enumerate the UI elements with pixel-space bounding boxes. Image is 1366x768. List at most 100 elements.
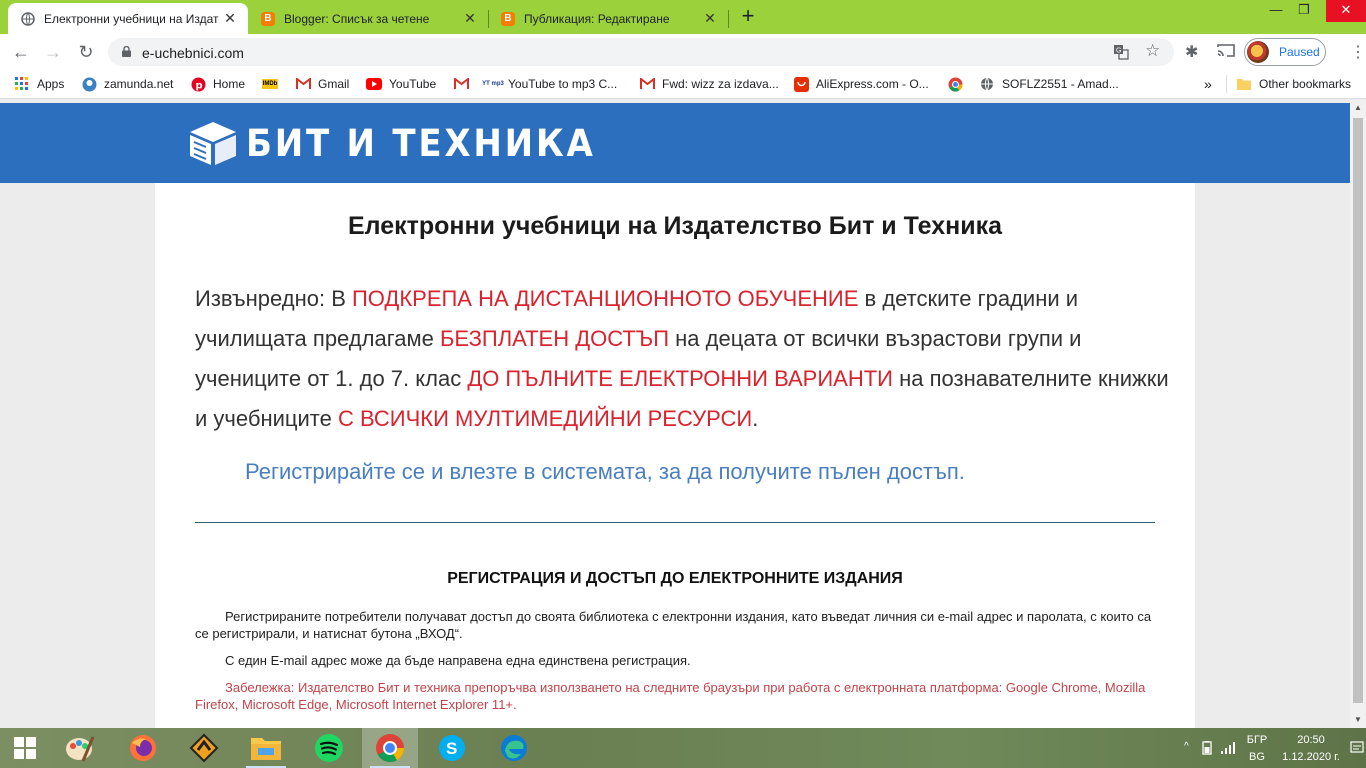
yt-mp3-icon: YT mp3	[482, 81, 504, 87]
taskbar-spotify[interactable]	[301, 728, 357, 768]
tray-overflow-icon[interactable]: ^	[1184, 741, 1189, 752]
windows-start-icon	[14, 737, 36, 759]
more-menu-icon[interactable]: ⋮	[1350, 42, 1366, 62]
intro-text: Извънредно: В	[195, 286, 352, 311]
start-button[interactable]	[0, 728, 50, 768]
url-text: e-uchebnici.com	[142, 45, 244, 61]
taskbar-winamp[interactable]	[176, 728, 232, 768]
language-indicator[interactable]: БГР	[1242, 734, 1272, 746]
intro-highlight: ПОДКРЕПА НА ДИСТАНЦИОННОТО ОБУЧЕНИЕ	[351, 286, 859, 311]
bookmark-youtube[interactable]: YouTube	[366, 76, 436, 92]
bookmark-youtube-to-mp3[interactable]: YT mp3 YouTube to mp3 C...	[482, 76, 617, 92]
tab-separator	[728, 10, 729, 28]
translate-icon[interactable]: G	[1113, 44, 1129, 60]
aliexpress-icon	[793, 76, 809, 92]
cube-logo-icon	[190, 122, 236, 165]
access-info-paragraph: Регистрираните потребители получават дос…	[195, 609, 1152, 641]
tab-e-uchebnici[interactable]: Електронни учебници на Издат ✕	[8, 3, 248, 34]
svg-text:S: S	[446, 739, 457, 758]
bookmark-imdb[interactable]: IMDb	[261, 76, 285, 92]
tab-blogger-edit-post[interactable]: B Публикация: Редактиране ✕	[488, 3, 728, 34]
battery-icon[interactable]	[1200, 741, 1214, 755]
svg-text:G: G	[1116, 48, 1121, 55]
section-divider	[195, 522, 1155, 523]
bookmark-gmail-2[interactable]	[453, 76, 476, 92]
file-explorer-icon	[251, 738, 281, 760]
forward-button[interactable]: →	[40, 40, 66, 64]
gmail-icon	[639, 76, 655, 92]
clock-time[interactable]: 20:50	[1276, 734, 1346, 746]
profile-paused-button[interactable]: Paused	[1244, 38, 1326, 66]
restore-button[interactable]: ❐	[1290, 0, 1318, 22]
bookmark-star-icon[interactable]: ☆	[1145, 41, 1160, 61]
back-button[interactable]: ←	[8, 40, 34, 64]
taskbar-file-explorer[interactable]	[238, 728, 294, 768]
single-registration-paragraph: С един E-mail адрес може да бъде направе…	[225, 653, 691, 668]
edge-icon	[501, 735, 527, 761]
bookmark-chrome[interactable]	[947, 76, 970, 92]
logo-text: БИТ И ТЕХНИКА	[246, 121, 596, 165]
bookmark-gmail[interactable]: Gmail	[295, 76, 349, 92]
tab-title: Публикация: Редактиране	[524, 11, 670, 26]
intro-highlight: С ВСИЧКИ МУЛТИМЕДИЙНИ РЕСУРСИ	[337, 406, 753, 431]
scroll-down-arrow[interactable]: ▼	[1350, 712, 1366, 728]
taskbar-chrome[interactable]	[362, 728, 418, 768]
site-header: БИТ И ТЕХНИКА	[0, 103, 1350, 183]
globe-icon	[979, 76, 995, 92]
other-bookmarks[interactable]: Other bookmarks	[1236, 76, 1351, 92]
profile-status-label: Paused	[1279, 45, 1320, 59]
page-title: Електронни учебници на Издателство Бит и…	[348, 212, 1002, 240]
tab-title: Електронни учебници на Издат	[44, 11, 219, 26]
address-bar[interactable]: e-uchebnici.com G ☆	[108, 38, 1174, 66]
bookmark-aliexpress[interactable]: AliExpress.com - O...	[793, 76, 929, 92]
bookmark-zamunda[interactable]: zamunda.net	[81, 76, 173, 92]
keyboard-layout[interactable]: BG	[1242, 751, 1272, 763]
windows-taskbar: S ^ БГР BG 20:50 1.12.2020 г.	[0, 728, 1366, 768]
close-tab-icon[interactable]: ✕	[462, 10, 478, 27]
bookmarks-bar: Apps zamunda.net p Home IMDb Gmail YouTu…	[0, 70, 1366, 99]
apps-grid-icon	[14, 76, 30, 92]
cast-icon[interactable]	[1217, 43, 1235, 57]
chrome-icon	[947, 76, 963, 92]
lock-icon	[122, 46, 131, 57]
bookmarks-overflow-button[interactable]: »	[1204, 76, 1212, 92]
signal-icon[interactable]	[1220, 740, 1236, 755]
bookmark-soflz2551[interactable]: SOFLZ2551 - Amad...	[979, 76, 1119, 92]
browser-toolbar: ← → ↻ e-uchebnici.com G ☆ ✱ Paused ⋮	[0, 34, 1366, 70]
youtube-icon	[366, 76, 382, 92]
taskbar-firefox[interactable]	[115, 728, 171, 768]
globe-icon	[20, 11, 36, 27]
reload-button[interactable]: ↻	[73, 40, 99, 64]
new-tab-button[interactable]: +	[737, 5, 759, 28]
bookmark-apps[interactable]: Apps	[14, 76, 64, 92]
site-logo[interactable]: БИТ И ТЕХНИКА	[188, 120, 626, 166]
register-prompt: Регистрирайте се и влезте в системата, з…	[245, 459, 965, 484]
notifications-icon[interactable]	[1350, 740, 1364, 754]
minimize-button[interactable]: —	[1262, 0, 1290, 22]
bookmark-fwd-wizz[interactable]: Fwd: wizz za izdava...	[639, 76, 779, 92]
skype-icon: S	[439, 735, 465, 761]
folder-icon	[1236, 76, 1252, 92]
page-scrollbar[interactable]: ▲ ▼	[1350, 100, 1366, 728]
section-title: РЕГИСТРАЦИЯ И ДОСТЪП ДО ЕЛЕКТРОННИТЕ ИЗД…	[447, 570, 903, 587]
close-tab-icon[interactable]: ✕	[702, 10, 718, 27]
tab-blogger-reading-list[interactable]: B Blogger: Списък за четене ✕	[248, 3, 488, 34]
scroll-thumb[interactable]	[1353, 118, 1363, 703]
window-close-button[interactable]: ✕	[1326, 0, 1366, 22]
close-tab-icon[interactable]: ✕	[222, 10, 238, 27]
taskbar-paint[interactable]	[52, 728, 108, 768]
gmail-icon	[453, 76, 469, 92]
clock-date[interactable]: 1.12.2020 г.	[1276, 751, 1346, 763]
intro-highlight: ДО ПЪЛНИТЕ ЕЛЕКТРОННИ ВАРИАНТИ	[467, 366, 893, 391]
bookmark-pinterest-home[interactable]: p Home	[190, 76, 245, 92]
taskbar-edge[interactable]	[486, 728, 542, 768]
chrome-icon	[376, 734, 405, 763]
blogger-icon: B	[500, 11, 516, 27]
bookmarks-divider	[1226, 75, 1227, 93]
scroll-up-arrow[interactable]: ▲	[1350, 100, 1366, 116]
taskbar-skype[interactable]: S	[424, 728, 480, 768]
system-tray: ^ БГР BG 20:50 1.12.2020 г.	[1176, 728, 1366, 768]
blogger-icon: B	[260, 11, 276, 27]
firefox-icon	[130, 735, 156, 761]
extensions-icon[interactable]: ✱	[1185, 42, 1198, 62]
